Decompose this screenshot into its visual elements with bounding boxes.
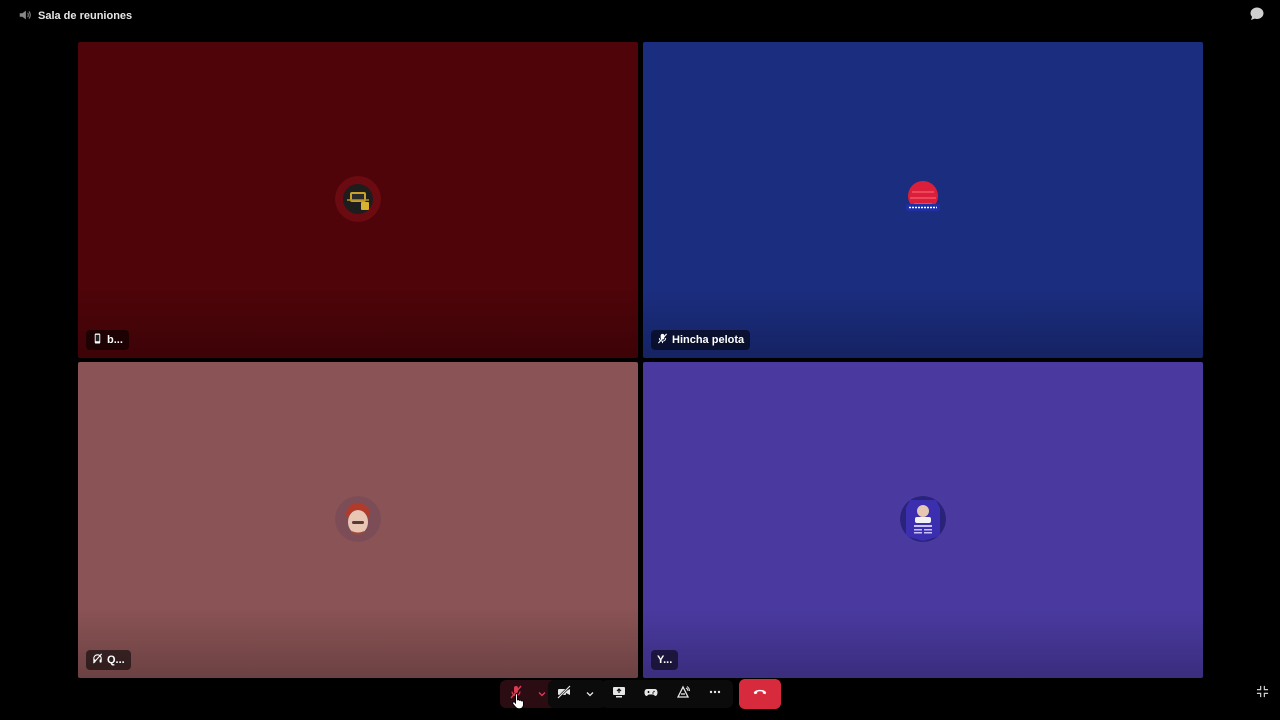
- soundboard-button[interactable]: [671, 682, 695, 706]
- collapse-button[interactable]: [1254, 685, 1270, 703]
- participant-name-tag: Y...: [651, 650, 679, 670]
- soundboard-icon: [676, 685, 690, 704]
- chat-bubble-icon: [1249, 6, 1265, 27]
- hinchapelota-logo-avatar: [900, 176, 946, 222]
- screen-share-icon: [612, 685, 626, 704]
- end-call-button[interactable]: [739, 679, 781, 709]
- microphone-muted-icon: [657, 333, 668, 347]
- camera-off-icon: [557, 684, 571, 704]
- participant-name: Q...: [107, 654, 125, 666]
- hang-up-icon: [753, 685, 767, 704]
- participant-name-tag: Hincha pelota: [651, 330, 751, 350]
- tile-shade: [78, 608, 638, 678]
- participant-name: b...: [107, 334, 123, 346]
- game-controller-icon: [644, 685, 658, 704]
- room-title: Sala de reuniones: [18, 8, 132, 24]
- headset-deafened-icon: [92, 653, 103, 667]
- speaker-icon: [18, 8, 32, 25]
- tile-shade: [643, 608, 1203, 678]
- participant-tile-2[interactable]: Hincha pelota: [643, 42, 1203, 358]
- screen-share-button[interactable]: [607, 682, 631, 706]
- chevron-down-icon: [586, 685, 594, 703]
- participant-tile-1[interactable]: b...: [78, 42, 638, 358]
- camera-button[interactable]: [552, 682, 576, 706]
- camera-control-group: [548, 680, 606, 708]
- participant-name-tag: Q...: [86, 650, 131, 670]
- participant-name: Y...: [657, 654, 673, 666]
- chat-button[interactable]: [1248, 7, 1266, 25]
- room-name: Sala de reuniones: [38, 10, 133, 22]
- camera-options-button[interactable]: [578, 682, 602, 706]
- activity-button[interactable]: [639, 682, 663, 706]
- player-card-avatar: [900, 496, 946, 542]
- top-bar: Sala de reuniones: [0, 0, 1280, 32]
- mouse-pointer-icon: [512, 692, 526, 710]
- chevron-down-icon: [538, 685, 546, 703]
- more-options-button[interactable]: [703, 682, 727, 706]
- activity-control-group: [601, 680, 733, 708]
- tile-shade: [78, 288, 638, 358]
- participant-name-tag: b...: [86, 330, 129, 350]
- participant-tile-3[interactable]: Q...: [78, 362, 638, 678]
- gaming-logo-avatar: [335, 176, 381, 222]
- mobile-phone-icon: [92, 333, 103, 347]
- more-icon: [708, 685, 722, 704]
- participant-tile-4[interactable]: Y...: [643, 362, 1203, 678]
- person-red-hair-avatar: [335, 496, 381, 542]
- collapse-icon: [1256, 685, 1269, 703]
- participant-name: Hincha pelota: [672, 334, 745, 346]
